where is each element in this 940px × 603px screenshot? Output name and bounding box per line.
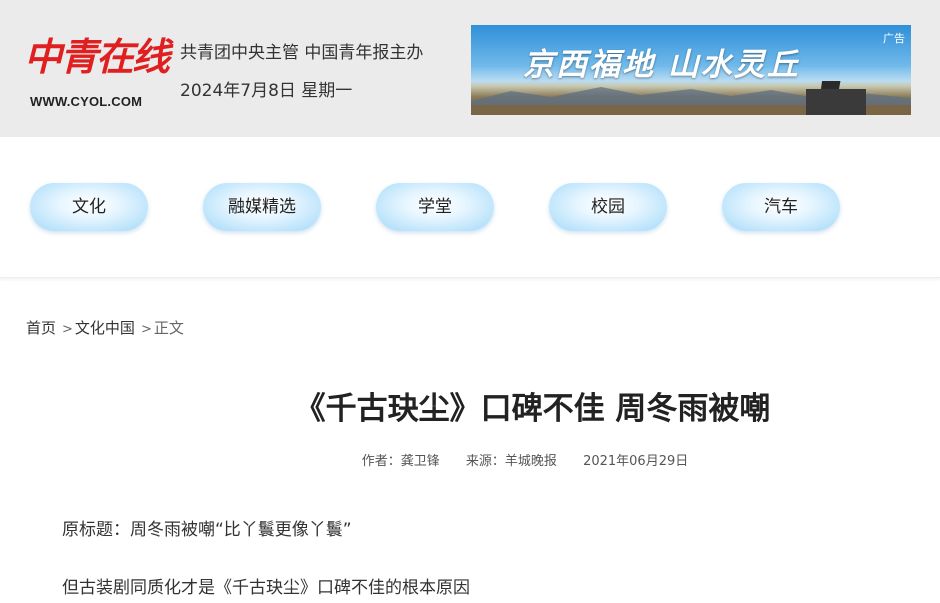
article-paragraph: 但古装剧同质化才是《千古玦尘》口碑不佳的根本原因 bbox=[62, 578, 470, 598]
main-nav: 文化 融媒精选 学堂 校园 汽车 bbox=[0, 137, 940, 278]
ad-label: 广告 bbox=[883, 32, 905, 45]
breadcrumb-home-link[interactable]: 首页 bbox=[26, 319, 56, 337]
article-title: 《千古玦尘》口碑不佳 周冬雨被嘲 bbox=[294, 391, 771, 427]
nav-item-auto[interactable]: 汽车 bbox=[722, 183, 840, 231]
organization-text: 共青团中央主管 中国青年报主办 bbox=[180, 43, 424, 63]
ad-banner[interactable]: 京西福地 山水灵丘 广告 bbox=[471, 25, 911, 115]
breadcrumb-separator: > bbox=[62, 322, 73, 337]
breadcrumb-section-link[interactable]: 文化中国 bbox=[75, 319, 135, 337]
site-logo[interactable]: 中青在线 WWW.CYOL.COM bbox=[24, 24, 170, 114]
article-source: 来源：羊城晚报 bbox=[465, 454, 557, 469]
breadcrumb: 首页 > 文化中国 > 正文 bbox=[26, 317, 184, 338]
breadcrumb-separator: > bbox=[140, 322, 152, 337]
nav-item-campus[interactable]: 校园 bbox=[549, 183, 667, 231]
nav-item-culture[interactable]: 文化 bbox=[30, 183, 148, 231]
site-header: 中青在线 WWW.CYOL.COM 共青团中央主管 中国青年报主办 2024年7… bbox=[0, 0, 940, 137]
logo-mark: 中青在线 bbox=[24, 34, 170, 79]
nav-item-academy[interactable]: 学堂 bbox=[376, 183, 494, 231]
logo-url: WWW.CYOL.COM bbox=[30, 94, 143, 109]
mountain-landscape-image bbox=[471, 81, 911, 115]
nav-item-media-picks[interactable]: 融媒精选 bbox=[203, 183, 321, 231]
current-date: 2024年7月8日 星期一 bbox=[180, 81, 353, 101]
article-author: 作者：龚卫锋 bbox=[361, 454, 440, 469]
article-date: 2021年06月29日 bbox=[583, 454, 689, 469]
ad-headline: 京西福地 山水灵丘 bbox=[523, 47, 800, 83]
article-meta: 作者：龚卫锋 来源：羊城晚报 2021年06月29日 bbox=[0, 450, 940, 469]
breadcrumb-current: 正文 bbox=[153, 319, 184, 337]
article-paragraph: 原标题：周冬雨被嘲“比丫鬟更像丫鬟” bbox=[62, 520, 352, 540]
